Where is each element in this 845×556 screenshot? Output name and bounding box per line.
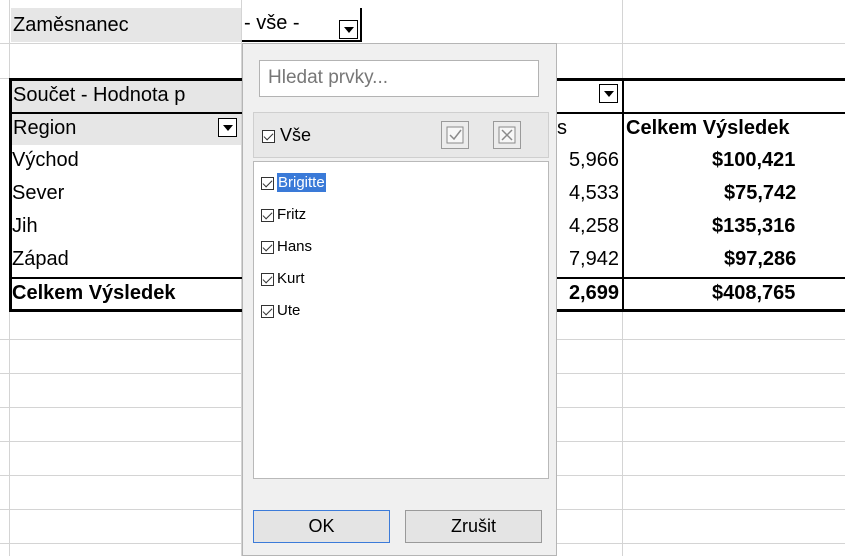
checkbox-icon[interactable] (261, 176, 274, 190)
filter-field-label: Zaměsnanec (11, 8, 241, 42)
row-label: Jih (12, 215, 38, 237)
grand-total-value: 2,699 (568, 282, 619, 304)
row-value: 4,533 (568, 182, 619, 204)
filter-item-list: Brigitte Fritz Hans Kurt Ute (253, 161, 549, 479)
list-item-label: Fritz (277, 206, 307, 223)
list-item[interactable]: Hans (261, 234, 312, 260)
list-item-label: Kurt (277, 270, 305, 287)
column-dropdown-arrow-icon[interactable] (599, 84, 618, 103)
row-field-header: Region (12, 114, 241, 145)
grand-total: $408,765 (712, 282, 796, 304)
row-total: $100,421 (712, 149, 796, 171)
checkbox-icon[interactable] (261, 240, 274, 254)
select-all-checkbox[interactable]: Vše (262, 125, 311, 146)
row-label: Západ (12, 248, 69, 270)
select-all-row: Vše (253, 112, 549, 158)
row-dropdown-arrow-icon[interactable] (218, 118, 237, 137)
checkbox-icon[interactable] (261, 208, 274, 222)
check-all-button[interactable] (441, 121, 469, 149)
check-all-icon (446, 126, 464, 144)
total-header: Celkem Výsledek (626, 117, 790, 139)
row-label: Sever (12, 182, 65, 204)
checkbox-icon (262, 129, 275, 143)
select-all-label: Vše (280, 125, 312, 145)
uncheck-all-button[interactable] (493, 121, 521, 149)
row-value: 5,966 (568, 149, 619, 171)
checkbox-icon[interactable] (261, 272, 274, 286)
filter-dropdown-arrow-icon[interactable] (339, 20, 358, 39)
list-item[interactable]: Ute (261, 298, 300, 324)
list-item[interactable]: Brigitte (261, 170, 326, 196)
list-item-label: Brigitte (277, 173, 326, 192)
checkbox-icon[interactable] (261, 304, 274, 318)
data-field-label: Součet - Hodnota p (12, 81, 241, 112)
search-input[interactable]: Hledat prvky... (259, 60, 539, 97)
list-item-label: Ute (277, 302, 301, 319)
row-label: Východ (12, 149, 79, 171)
row-value: 7,942 (568, 248, 619, 270)
row-total: $97,286 (724, 248, 797, 270)
row-total: $75,742 (724, 182, 797, 204)
list-item[interactable]: Kurt (261, 266, 305, 292)
cancel-button[interactable]: Zrušit (405, 510, 542, 543)
column-header-partial: s (557, 117, 567, 139)
grand-total-label: Celkem Výsledek (12, 282, 176, 304)
filter-popup: Hledat prvky... Vše Brigitte Fritz Hans (242, 43, 557, 556)
row-total: $135,316 (712, 215, 796, 237)
row-value: 4,258 (568, 215, 619, 237)
ok-button[interactable]: OK (253, 510, 390, 543)
list-item-label: Hans (277, 238, 313, 255)
uncheck-all-icon (498, 126, 516, 144)
list-item[interactable]: Fritz (261, 202, 306, 228)
